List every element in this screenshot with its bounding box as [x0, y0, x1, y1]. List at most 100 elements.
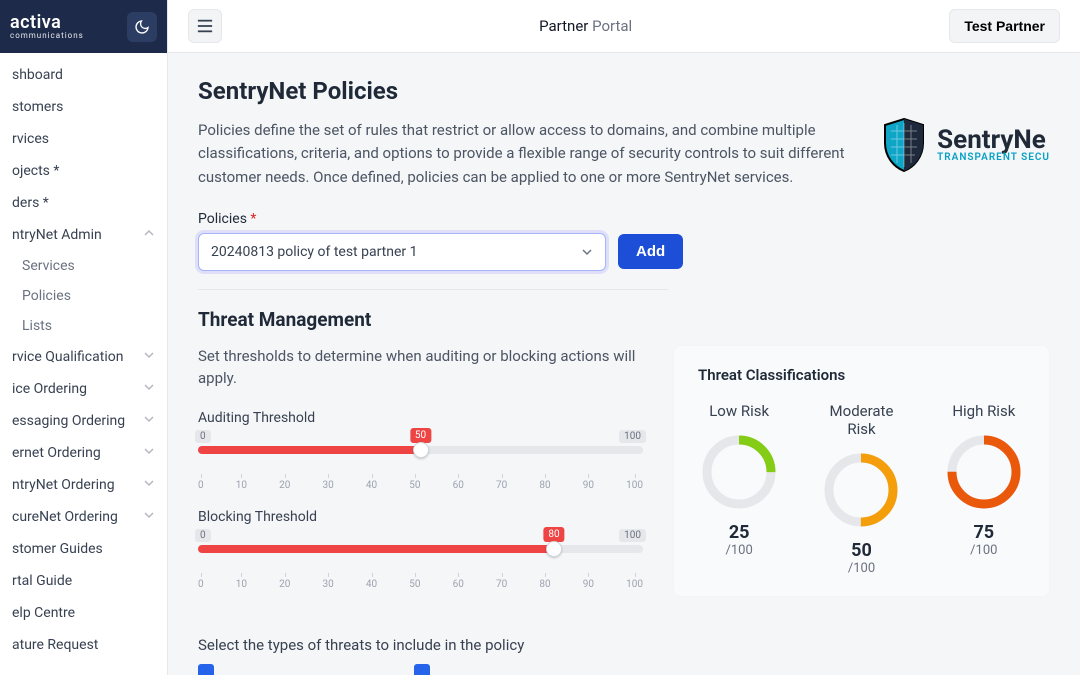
slider-ticks: 0102030405060708090100: [198, 579, 643, 590]
gauge-value: 75: [943, 522, 1025, 543]
sidebar-item-label: stomer Guides: [12, 541, 103, 557]
sidebar-item[interactable]: shboard: [0, 59, 167, 91]
sidebar-item-label: ntryNet Ordering: [12, 477, 115, 493]
chevron-up-icon: [143, 227, 155, 243]
logo-text: SentryNe: [937, 127, 1050, 153]
gauge-label: Low Risk: [698, 402, 780, 420]
sidebar-item-label: cureNet Ordering: [12, 509, 118, 525]
page-title: SentryNet Policies: [198, 77, 857, 105]
gauge: High Risk 75 /100: [943, 402, 1025, 576]
sidebar-header: activa communications: [0, 0, 167, 53]
slider-max-badge: 100: [619, 529, 646, 542]
sidebar-item[interactable]: ice Ordering: [0, 373, 167, 405]
auditing-value-badge: 50: [410, 428, 431, 443]
sidebar-item[interactable]: ature Request: [0, 629, 167, 661]
slider-max-badge: 100: [619, 430, 646, 443]
sidebar-item[interactable]: essaging Ordering: [0, 405, 167, 437]
sidebar-item-label: ice Ordering: [12, 381, 87, 397]
logo-subtext: TRANSPARENT SECU: [937, 153, 1050, 163]
sidebar-item-label: shboard: [12, 67, 63, 83]
add-button[interactable]: Add: [618, 234, 683, 269]
gauge-max: /100: [943, 543, 1025, 558]
chevron-down-icon: [143, 381, 155, 397]
chevron-down-icon: [143, 509, 155, 525]
checkbox-item[interactable]: [198, 664, 214, 675]
sidebar-item-label: stomers: [12, 99, 63, 115]
auditing-threshold-slider[interactable]: 0 100 50: [198, 432, 643, 452]
threat-classifications-panel: Threat Classifications Low Risk 25 /100 …: [673, 345, 1050, 597]
blocking-value-badge: 80: [543, 527, 564, 542]
checkbox-item[interactable]: [414, 664, 430, 675]
slider-ticks: 0102030405060708090100: [198, 480, 643, 491]
moon-icon: [134, 19, 150, 35]
gauge-max: /100: [698, 543, 780, 558]
sidebar-item-label: elp Centre: [12, 605, 75, 621]
policies-label: Policies *: [198, 211, 1050, 227]
gauge-label: High Risk: [943, 402, 1025, 420]
sidebar-item-label: rvices: [12, 131, 49, 147]
sidebar-item[interactable]: ders *: [0, 187, 167, 219]
sentrynet-logo: SentryNe TRANSPARENT SECU: [881, 77, 1050, 173]
topbar-title: Partner Portal: [238, 17, 933, 35]
slider-thumb[interactable]: [413, 442, 429, 458]
shield-icon: [881, 117, 927, 173]
sidebar-item-label: rtal Guide: [12, 573, 72, 589]
divider: [198, 289, 668, 290]
gauge-ring-icon: [821, 450, 901, 530]
gauge-label: Moderate Risk: [820, 402, 902, 438]
sidebar-item[interactable]: ojects *: [0, 155, 167, 187]
slider-thumb[interactable]: [546, 541, 562, 557]
page-description: Policies define the set of rules that re…: [198, 119, 857, 189]
gauge: Moderate Risk 50 /100: [820, 402, 902, 576]
policies-select[interactable]: 20240813 policy of test partner 1: [198, 233, 606, 271]
content: SentryNet Policies Policies define the s…: [168, 53, 1080, 675]
brand-logo: activa communications: [10, 14, 84, 40]
sidebar-item[interactable]: stomers: [0, 91, 167, 123]
blocking-threshold-slider[interactable]: 0 100 80: [198, 531, 643, 551]
threat-section-title: Threat Management: [198, 308, 1050, 331]
gauge-ring-icon: [699, 432, 779, 512]
sidebar-item[interactable]: elp Centre: [0, 597, 167, 629]
sidebar-subitem[interactable]: Services: [10, 251, 167, 281]
sidebar-item-label: essaging Ordering: [12, 413, 125, 429]
main: Partner Portal Test Partner SentryNet Po…: [168, 0, 1080, 675]
nav: shboard stomers rvices ojects * ders * ntryNe…: [0, 53, 167, 675]
chevron-down-icon: [143, 445, 155, 461]
sidebar-item[interactable]: cureNet Ordering: [0, 501, 167, 533]
sidebar-item-label: ojects *: [12, 163, 59, 179]
sidebar-item-label: ernet Ordering: [12, 445, 101, 461]
sidebar-subitem[interactable]: Policies: [10, 281, 167, 311]
sidebar-item[interactable]: rtal Guide: [0, 565, 167, 597]
sidebar-item-label: ature Request: [12, 637, 98, 653]
policies-select-value: 20240813 policy of test partner 1: [211, 244, 418, 260]
menu-button[interactable]: [188, 9, 222, 43]
sidebar-item[interactable]: ntryNet Admin: [0, 219, 167, 251]
sidebar-item[interactable]: stomer Guides: [0, 533, 167, 565]
checkbox-icon: [414, 664, 430, 675]
sidebar-item[interactable]: rvices: [0, 123, 167, 155]
topbar: Partner Portal Test Partner: [168, 0, 1080, 53]
theme-toggle-button[interactable]: [127, 12, 157, 42]
chevron-down-icon: [143, 477, 155, 493]
checkbox-icon: [198, 664, 214, 675]
sidebar-item-label: rvice Qualification: [12, 349, 123, 365]
blocking-threshold-label: Blocking Threshold: [198, 509, 643, 525]
hamburger-icon: [197, 19, 213, 33]
test-partner-button[interactable]: Test Partner: [949, 9, 1060, 43]
sidebar-item[interactable]: rvice Qualification: [0, 341, 167, 373]
brand-name: activa: [10, 14, 84, 32]
sidebar-item-label: ntryNet Admin: [12, 227, 102, 243]
sidebar-item[interactable]: ntryNet Ordering: [0, 469, 167, 501]
gauge-value: 25: [698, 522, 780, 543]
sidebar-subitem[interactable]: Lists: [10, 311, 167, 341]
gauge-max: /100: [820, 561, 902, 576]
chevron-down-icon: [143, 349, 155, 365]
brand-sub: communications: [10, 32, 84, 40]
sidebar-item[interactable]: ernet Ordering: [0, 437, 167, 469]
auditing-threshold-label: Auditing Threshold: [198, 410, 643, 426]
threat-description: Set thresholds to determine when auditin…: [198, 345, 638, 390]
chevron-down-icon: [143, 413, 155, 429]
gauge: Low Risk 25 /100: [698, 402, 780, 576]
sidebar-item-label: ders *: [12, 195, 49, 211]
chevron-down-icon: [581, 246, 593, 258]
